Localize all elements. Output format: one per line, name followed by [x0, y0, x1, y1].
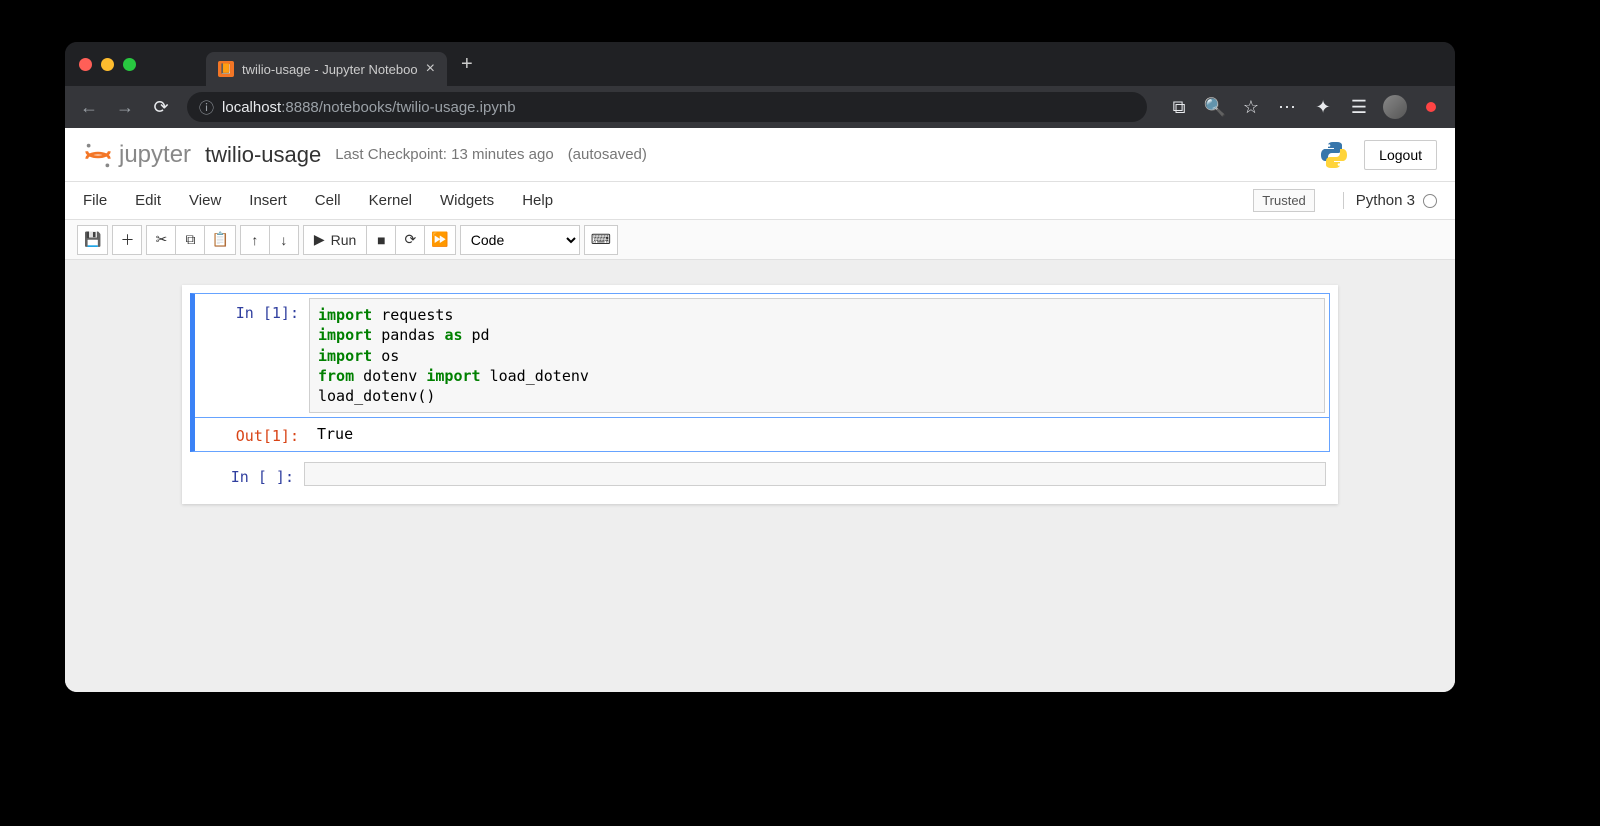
kernel-indicator[interactable]: Python 3: [1343, 192, 1437, 209]
menu-insert[interactable]: Insert: [249, 192, 287, 209]
toolbar: 💾 ＋ ✂ ⧉ 📋 ↑ ↓ ▶ Run ■ ⟳ ⏩ Code ⌨: [65, 220, 1455, 260]
extensions-icon[interactable]: ✦: [1307, 91, 1339, 123]
notebook-title[interactable]: twilio-usage: [205, 142, 321, 168]
kernel-idle-icon: [1423, 194, 1437, 208]
arrow-down-icon: ↓: [280, 232, 287, 248]
in-prompt: In [ ]:: [194, 462, 304, 486]
address-bar: ← → ⟳ ⓘ localhost:8888/notebooks/twilio-…: [65, 86, 1455, 128]
arrow-up-icon: ↑: [251, 232, 258, 248]
interrupt-button[interactable]: ■: [366, 225, 396, 255]
url-path: :8888/notebooks/twilio-usage.ipynb: [281, 99, 515, 116]
menu-help[interactable]: Help: [522, 192, 553, 209]
keyboard-icon: ⌨: [591, 231, 611, 248]
restart-button[interactable]: ⟳: [395, 225, 425, 255]
play-icon: ▶: [314, 231, 325, 248]
profile-avatar[interactable]: [1379, 91, 1411, 123]
move-down-button[interactable]: ↓: [269, 225, 299, 255]
trusted-indicator[interactable]: Trusted: [1253, 189, 1315, 212]
zoom-icon[interactable]: 🔍: [1199, 91, 1231, 123]
device-icon[interactable]: ⧉: [1163, 91, 1195, 123]
code-input[interactable]: import requests import pandas as pd impo…: [309, 298, 1325, 413]
command-palette-button[interactable]: ⌨: [584, 225, 618, 255]
new-tab-button[interactable]: +: [461, 53, 473, 76]
reading-list-icon[interactable]: ☰: [1343, 91, 1375, 123]
tab-title: twilio-usage - Jupyter Noteboo: [242, 62, 418, 77]
menu-bar: File Edit View Insert Cell Kernel Widget…: [65, 182, 1455, 220]
cell-output: True: [309, 421, 1325, 447]
jupyter-logo-text: jupyter: [119, 141, 191, 169]
stop-icon: ■: [377, 232, 385, 248]
out-prompt: Out[1]:: [199, 421, 309, 447]
url-host: localhost: [222, 99, 281, 116]
run-button[interactable]: ▶ Run: [303, 225, 367, 255]
menu-cell[interactable]: Cell: [315, 192, 341, 209]
menu-widgets[interactable]: Widgets: [440, 192, 494, 209]
info-icon: ⓘ: [199, 97, 214, 118]
url-input[interactable]: ⓘ localhost:8888/notebooks/twilio-usage.…: [187, 92, 1147, 122]
paste-icon: 📋: [211, 231, 228, 248]
window-controls: [79, 58, 136, 71]
code-cell[interactable]: In [ ]:: [190, 458, 1330, 490]
save-button[interactable]: 💾: [77, 225, 108, 255]
notebook-icon: 📙: [218, 61, 234, 77]
notebook-cells: In [1]: import requests import pandas as…: [182, 285, 1338, 504]
fast-forward-icon: ⏩: [431, 231, 448, 248]
run-label: Run: [331, 232, 357, 248]
menu-file[interactable]: File: [83, 192, 107, 209]
kernel-name-text: Python 3: [1356, 192, 1415, 209]
notebook-area: In [1]: import requests import pandas as…: [65, 260, 1455, 692]
restart-icon: ⟳: [404, 231, 416, 248]
plus-icon: ＋: [120, 230, 134, 250]
reload-button[interactable]: ⟳: [145, 91, 177, 123]
forward-button[interactable]: →: [109, 91, 141, 123]
recording-icon[interactable]: [1415, 91, 1447, 123]
close-window-button[interactable]: [79, 58, 92, 71]
menu-view[interactable]: View: [189, 192, 221, 209]
menu-edit[interactable]: Edit: [135, 192, 161, 209]
close-tab-icon[interactable]: ×: [426, 60, 435, 78]
checkpoint-text: Last Checkpoint: 13 minutes ago: [335, 146, 553, 163]
titlebar: 📙 twilio-usage - Jupyter Noteboo × +: [65, 42, 1455, 86]
scissors-icon: ✂: [156, 231, 168, 248]
cut-button[interactable]: ✂: [146, 225, 176, 255]
browser-window: 📙 twilio-usage - Jupyter Noteboo × + ← →…: [65, 42, 1455, 692]
bookmark-icon[interactable]: ☆: [1235, 91, 1267, 123]
cell-type-select[interactable]: Code: [460, 225, 580, 255]
copy-icon: ⧉: [185, 231, 195, 248]
jupyter-logo-icon: [83, 140, 113, 170]
autosave-text: (autosaved): [568, 146, 647, 163]
minimize-window-button[interactable]: [101, 58, 114, 71]
restart-run-all-button[interactable]: ⏩: [424, 225, 455, 255]
move-up-button[interactable]: ↑: [240, 225, 270, 255]
in-prompt: In [1]:: [199, 298, 309, 413]
paste-button[interactable]: 📋: [204, 225, 235, 255]
save-icon: 💾: [84, 231, 101, 248]
code-input[interactable]: [304, 462, 1326, 486]
notebook-header: jupyter twilio-usage Last Checkpoint: 13…: [65, 128, 1455, 182]
maximize-window-button[interactable]: [123, 58, 136, 71]
more-icon[interactable]: ⋯: [1271, 91, 1303, 123]
back-button[interactable]: ←: [73, 91, 105, 123]
insert-cell-button[interactable]: ＋: [112, 225, 142, 255]
jupyter-logo[interactable]: jupyter: [83, 140, 191, 170]
logout-button[interactable]: Logout: [1364, 140, 1437, 170]
browser-tab[interactable]: 📙 twilio-usage - Jupyter Noteboo ×: [206, 52, 447, 86]
copy-button[interactable]: ⧉: [175, 225, 205, 255]
python-icon: [1318, 139, 1350, 171]
jupyter-page: jupyter twilio-usage Last Checkpoint: 13…: [65, 128, 1455, 692]
menu-kernel[interactable]: Kernel: [369, 192, 412, 209]
output-row: Out[1]: True: [190, 417, 1330, 452]
code-cell[interactable]: In [1]: import requests import pandas as…: [190, 293, 1330, 418]
